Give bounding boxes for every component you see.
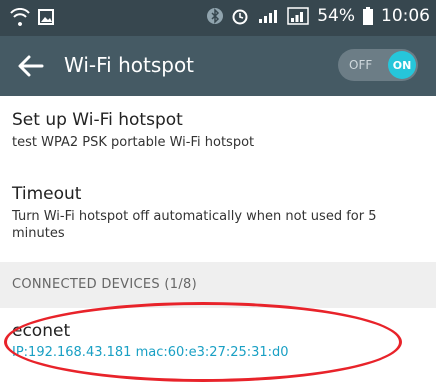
timeout-subtitle: Turn Wi-Fi hotspot off automatically whe… — [12, 209, 377, 241]
timeout-item[interactable]: Timeout Turn Wi-Fi hotspot off automatic… — [12, 184, 422, 242]
setup-hotspot-title: Set up Wi-Fi hotspot — [12, 110, 183, 130]
timeout-title: Timeout — [12, 184, 82, 204]
bluetooth-icon — [207, 8, 224, 24]
status-left-icons — [10, 8, 54, 26]
toggle-on-knob: ON — [388, 51, 416, 79]
highlight-circle — [4, 302, 402, 382]
status-right: 54% 10:06 — [207, 6, 430, 26]
setup-hotspot-item[interactable]: Set up Wi-Fi hotspot test WPA2 PSK porta… — [12, 110, 254, 151]
hotspot-toggle[interactable]: OFF ON — [338, 49, 418, 81]
battery-icon — [363, 7, 373, 25]
wifi-hotspot-icon — [10, 8, 30, 26]
app-bar: Wi-Fi hotspot OFF ON — [0, 36, 436, 96]
back-arrow-icon[interactable] — [14, 49, 48, 83]
gallery-icon — [38, 9, 54, 25]
clock-time: 10:06 — [381, 6, 430, 26]
status-bar: 54% 10:06 — [0, 0, 436, 36]
connected-devices-label: CONNECTED DEVICES (1/8) — [12, 277, 197, 292]
battery-percent: 54% — [317, 6, 355, 26]
connected-devices-header: CONNECTED DEVICES (1/8) — [0, 262, 436, 308]
setup-hotspot-subtitle: test WPA2 PSK portable Wi-Fi hotspot — [12, 135, 255, 150]
signal-strength-icon — [287, 7, 309, 25]
alarm-icon — [232, 9, 248, 25]
page-title: Wi-Fi hotspot — [64, 53, 195, 77]
lte-signal-icon — [259, 10, 278, 23]
toggle-off-label: OFF — [349, 58, 373, 72]
